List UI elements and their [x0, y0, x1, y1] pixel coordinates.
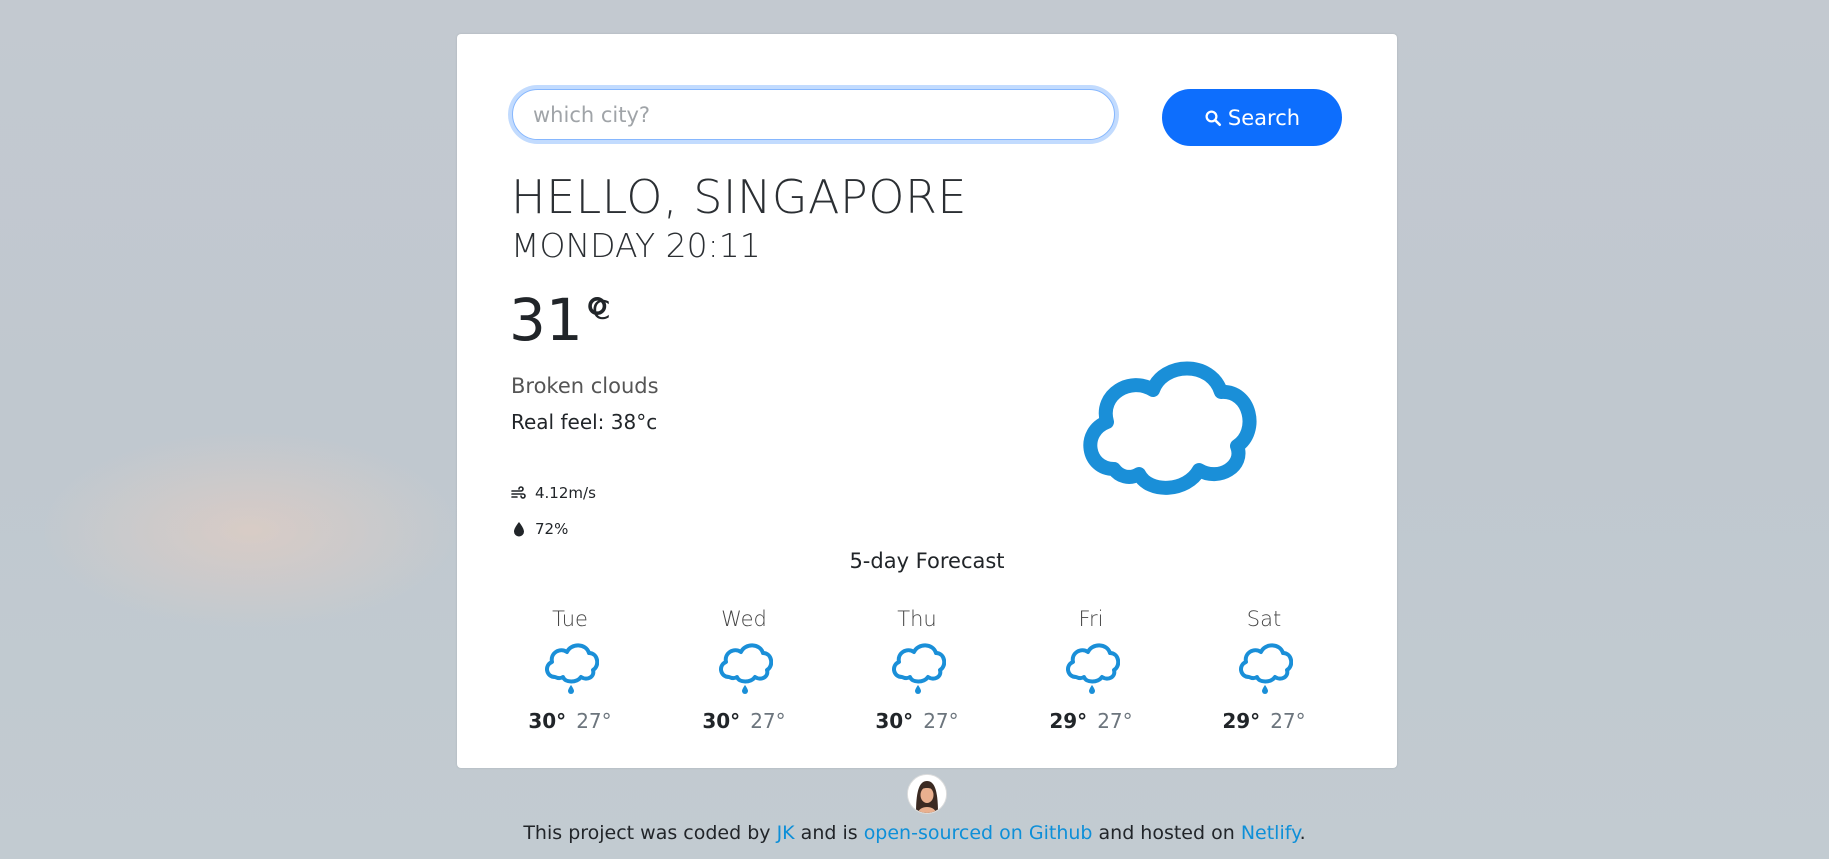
humidity-stat: 72% [511, 520, 568, 538]
forecast-day-name: Fri [1078, 607, 1104, 631]
wind-speed: 4.12m/s [535, 484, 596, 502]
wind-icon [511, 486, 526, 499]
forecast-min: 27° [923, 709, 959, 733]
search-button[interactable]: Search [1162, 89, 1342, 146]
forecast-max: 29° [1049, 709, 1088, 733]
wind-stat: 4.12m/s [511, 484, 596, 502]
footer-text: and hosted on [1092, 822, 1241, 844]
forecast-max: 29° [1222, 709, 1261, 733]
city-search-input[interactable] [512, 89, 1115, 140]
current-datetime: MONDAY 20:11 [511, 226, 761, 265]
forecast-max: 30° [702, 709, 741, 733]
forecast-temps: 29° 27° [1204, 709, 1324, 733]
forecast-max: 30° [528, 709, 567, 733]
forecast-day: Tue 30° 27° [510, 607, 630, 733]
forecast-temps: 30° 27° [510, 709, 630, 733]
forecast-day-name: Thu [897, 607, 937, 631]
forecast-min: 27° [750, 709, 786, 733]
weather-description: Broken clouds [511, 374, 659, 398]
avatar-image [908, 775, 946, 813]
rain-cloud-icon [545, 643, 599, 694]
forecast-day: Sat 29° 27° [1204, 607, 1324, 733]
footer-text: This project was coded by [523, 822, 777, 844]
forecast-title: 5-day Forecast [849, 549, 1005, 573]
humidity-value: 72% [535, 520, 569, 538]
author-link[interactable]: JK [777, 822, 795, 844]
footer-text: and is [794, 822, 864, 844]
forecast-day-name: Sat [1246, 607, 1282, 631]
footer-text: . [1299, 822, 1306, 844]
rain-cloud-icon [719, 643, 773, 694]
forecast-max: 30° [875, 709, 914, 733]
rain-cloud-icon [1239, 643, 1293, 694]
search-icon [1205, 110, 1221, 126]
real-feel: Real feel: 38°c [511, 410, 658, 434]
background-blur [40, 430, 460, 630]
forecast-day-name: Wed [721, 607, 767, 631]
forecast-min: 27° [1097, 709, 1133, 733]
footer: This project was coded by JK and is open… [0, 822, 1829, 844]
forecast-day: Wed 30° 27° [684, 607, 804, 733]
forecast-min: 27° [1270, 709, 1306, 733]
forecast-list: Tue 30° 27° Wed 30° 27° Thu 30° 27° Fri … [510, 607, 1377, 747]
forecast-temps: 29° 27° [1031, 709, 1151, 733]
forecast-day-name: Tue [552, 607, 588, 631]
forecast-min: 27° [576, 709, 612, 733]
forecast-temps: 30° 27° [857, 709, 977, 733]
rain-cloud-icon [1066, 643, 1120, 694]
city-greeting: HELLO, SINGAPORE [511, 170, 967, 224]
droplet-icon [514, 522, 524, 537]
github-link[interactable]: open-sourced on Github [864, 822, 1093, 844]
temperature-unit: C [592, 296, 611, 326]
search-button-label: Search [1227, 105, 1301, 130]
forecast-day: Thu 30° 27° [857, 607, 977, 733]
author-avatar[interactable] [907, 774, 947, 814]
forecast-temps: 30° 27° [684, 709, 804, 733]
cloud-icon [1083, 361, 1257, 495]
forecast-day: Fri 29° 27° [1031, 607, 1151, 733]
netlify-link[interactable]: Netlify [1241, 822, 1300, 844]
weather-card: Search HELLO, SINGAPORE MONDAY 20:11 31°… [457, 34, 1397, 768]
rain-cloud-icon [892, 643, 946, 694]
